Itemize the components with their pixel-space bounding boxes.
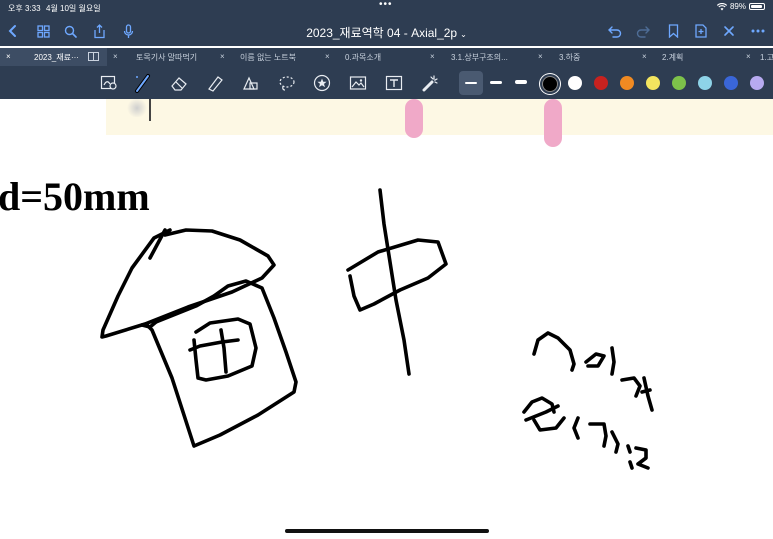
ink-stroke bbox=[642, 376, 654, 412]
ink-stroke bbox=[572, 416, 580, 440]
ink-stroke bbox=[588, 422, 608, 448]
ink-stroke bbox=[148, 228, 167, 260]
ink-stroke bbox=[219, 328, 228, 374]
ink-stroke bbox=[378, 188, 411, 376]
ink-stroke bbox=[626, 444, 632, 454]
ink-stroke bbox=[584, 352, 606, 368]
home-indicator[interactable] bbox=[285, 529, 489, 533]
ink-stroke bbox=[610, 346, 616, 376]
ink-stroke bbox=[628, 460, 634, 470]
ink-stroke bbox=[532, 331, 576, 372]
ink-stroke bbox=[188, 338, 240, 352]
ink-stroke bbox=[620, 376, 642, 398]
ink-stroke bbox=[640, 388, 652, 394]
ink-stroke bbox=[634, 446, 650, 470]
ink-stroke bbox=[144, 279, 298, 448]
ink-stroke bbox=[610, 430, 620, 454]
handwriting-canvas[interactable] bbox=[0, 0, 773, 539]
ink-stroke bbox=[532, 416, 566, 432]
